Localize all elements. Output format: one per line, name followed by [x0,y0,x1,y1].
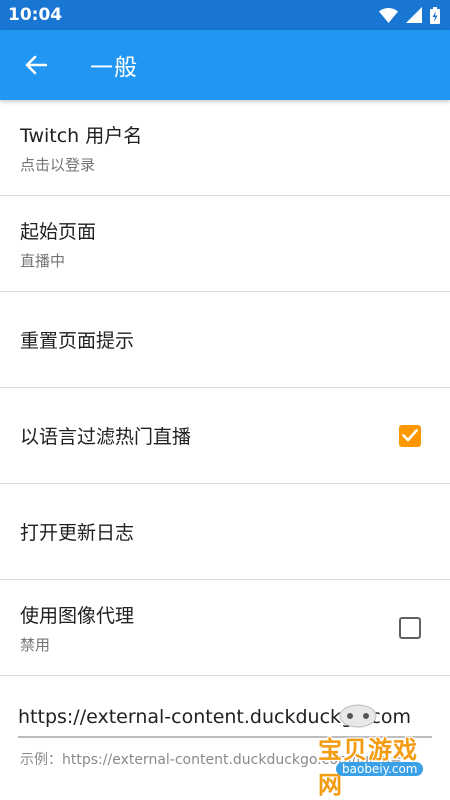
proxy-url-hint: 示例：https://external-content.duckduckgo.c… [20,752,402,768]
setting-title: 使用图像代理 [20,604,135,627]
setting-subtitle: 直播中 [20,251,66,270]
setting-subtitle: 点击以登录 [20,155,96,174]
settings-list: Twitch 用户名 点击以登录 起始页面 直播中 重置页面提示 以语言过滤热门… [0,100,450,676]
page-title: 一般 [90,55,138,81]
setting-open-changelog[interactable]: 打开更新日志 [0,484,450,580]
checkmark-icon [402,429,418,442]
setting-title: 以语言过滤热门直播 [20,426,192,448]
setting-subtitle: 禁用 [20,635,51,654]
setting-filter-by-language[interactable]: 以语言过滤热门直播 [0,388,450,484]
arrow-left-icon [25,55,47,75]
battery-charging-icon [430,6,440,24]
status-icons [379,6,440,24]
setting-start-page[interactable]: 起始页面 直播中 [0,196,450,292]
image-proxy-checkbox[interactable] [399,616,421,639]
setting-title: 打开更新日志 [20,522,135,544]
setting-reset-page-tips[interactable]: 重置页面提示 [0,292,450,388]
filter-language-checkbox[interactable] [399,424,421,447]
setting-image-proxy[interactable]: 使用图像代理 禁用 [0,580,450,676]
setting-twitch-username[interactable]: Twitch 用户名 点击以登录 [0,100,450,196]
signal-icon [406,7,422,23]
proxy-url-section: 示例：https://external-content.duckduckgo.c… [0,676,450,771]
setting-title: Twitch 用户名 [20,124,143,147]
proxy-url-input[interactable] [18,706,432,738]
setting-title: 重置页面提示 [20,330,135,352]
back-button[interactable] [22,51,50,79]
status-time: 10:04 [8,5,63,25]
wifi-icon [379,7,398,23]
setting-title: 起始页面 [20,220,97,243]
app-bar: 一般 [0,30,450,100]
status-bar: 10:04 [0,0,450,30]
